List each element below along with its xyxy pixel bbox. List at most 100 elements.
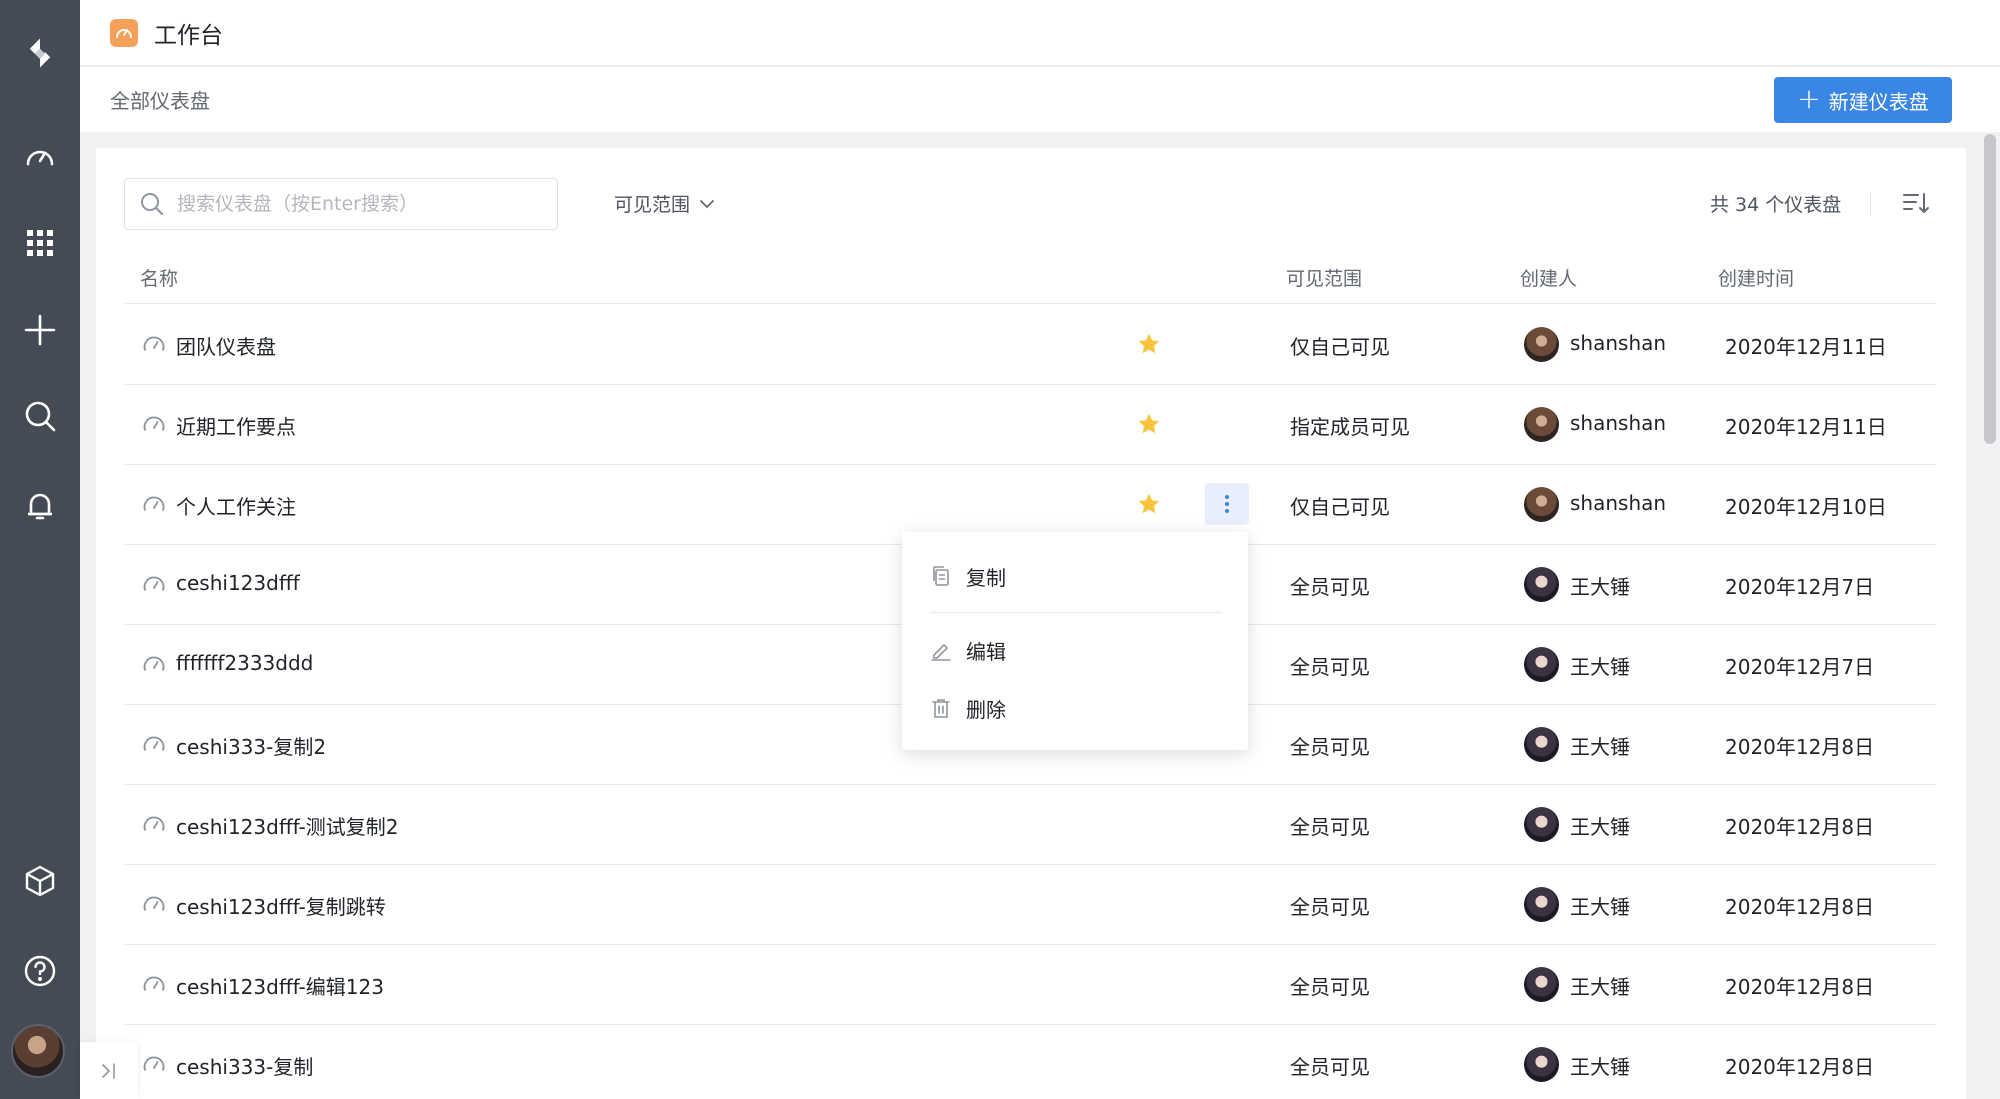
search-input[interactable] [177, 193, 537, 215]
visibility-value: 仅自己可见 [1290, 335, 1390, 359]
creator-avatar [1524, 887, 1559, 922]
logo-icon[interactable] [17, 30, 63, 76]
created-date: 2020年12月10日 [1725, 495, 1887, 519]
dashboard-icon [143, 736, 165, 751]
creator-name: shanshan [1570, 491, 1667, 515]
dashboard-name[interactable]: fffffff2333ddd [176, 651, 313, 675]
visibility-value: 全员可见 [1290, 655, 1370, 679]
table-header: 名称 可见范围 创建人 创建时间 [124, 252, 1936, 304]
collapse-sidebar-button[interactable] [80, 1042, 138, 1099]
creator-avatar [1524, 327, 1559, 362]
star-icon[interactable] [1136, 411, 1162, 437]
plus-icon[interactable] [17, 307, 63, 353]
dashboard-name[interactable]: 近期工作要点 [176, 411, 296, 440]
dashboard-name[interactable]: ceshi333-复制 [176, 1051, 313, 1080]
creator-name: shanshan [1570, 331, 1667, 355]
sidebar [0, 0, 80, 1099]
scrollbar[interactable] [1984, 134, 1996, 444]
dashboard-count: 共 34 个仪表盘 [1710, 194, 1842, 216]
visibility-value: 全员可见 [1290, 815, 1370, 839]
dashboard-icon [143, 336, 165, 351]
search-icon[interactable] [17, 393, 63, 439]
menu-item-copy-label: 复制 [966, 565, 1006, 590]
menu-item-edit[interactable]: 编辑 [930, 632, 1006, 668]
help-icon[interactable] [17, 948, 63, 994]
creator-name: 王大锤 [1570, 1055, 1630, 1079]
created-date: 2020年12月7日 [1725, 655, 1875, 679]
created-date: 2020年12月8日 [1725, 1055, 1875, 1079]
dashboard-name[interactable]: ceshi333-复制2 [176, 731, 326, 760]
column-visibility: 可见范围 [1286, 268, 1363, 290]
page-title: 工作台 [154, 22, 223, 49]
cube-icon[interactable] [17, 858, 63, 904]
table-row[interactable]: ceshi333-复制 全员可见 王大锤 2020年12月8日 [124, 1025, 1936, 1099]
visibility-value: 全员可见 [1290, 1055, 1370, 1079]
creator-avatar [1524, 1047, 1559, 1082]
creator-avatar [1524, 567, 1559, 602]
dashboard-icon [143, 576, 165, 591]
visibility-value: 仅自己可见 [1290, 495, 1390, 519]
star-icon[interactable] [1136, 331, 1162, 357]
dashboard-icon [143, 896, 165, 911]
more-actions-button[interactable] [1205, 483, 1249, 525]
creator-avatar [1524, 647, 1559, 682]
dashboard-name[interactable]: ceshi123dfff-复制跳转 [176, 891, 386, 920]
search-box[interactable] [124, 178, 558, 230]
menu-item-edit-label: 编辑 [966, 639, 1006, 664]
creator-name: shanshan [1570, 411, 1667, 435]
breadcrumb: 全部仪表盘 [110, 89, 210, 113]
visibility-value: 全员可见 [1290, 575, 1370, 599]
table-row[interactable]: 团队仪表盘 仅自己可见 shanshan 2020年12月11日 [124, 305, 1936, 385]
created-date: 2020年12月8日 [1725, 975, 1875, 999]
new-dashboard-button[interactable]: + 新建仪表盘 [1774, 77, 1952, 123]
plus-icon: + [1797, 82, 1821, 115]
table-row[interactable]: 近期工作要点 指定成员可见 shanshan 2020年12月11日 [124, 385, 1936, 465]
column-name: 名称 [140, 268, 179, 290]
created-date: 2020年12月8日 [1725, 815, 1875, 839]
creator-avatar [1524, 487, 1559, 522]
created-date: 2020年12月8日 [1725, 735, 1875, 759]
created-date: 2020年12月8日 [1725, 895, 1875, 919]
menu-item-delete[interactable]: 删除 [930, 690, 1006, 726]
collapse-icon [102, 1062, 115, 1079]
created-date: 2020年12月7日 [1725, 575, 1875, 599]
table-row[interactable]: ceshi123dfff-复制跳转 全员可见 王大锤 2020年12月8日 [124, 865, 1936, 945]
dashboard-icon [143, 1056, 165, 1071]
dashboard-icon[interactable] [17, 134, 63, 180]
dashboard-icon [143, 976, 165, 991]
edit-icon [931, 643, 951, 661]
creator-name: 王大锤 [1570, 895, 1630, 919]
table-row[interactable]: ceshi123dfff-测试复制2 全员可见 王大锤 2020年12月8日 [124, 785, 1936, 865]
top-bar: 工作台 [80, 0, 2000, 66]
copy-icon [933, 566, 949, 586]
dashboard-name[interactable]: 个人工作关注 [176, 491, 296, 520]
user-avatar[interactable] [11, 1024, 65, 1078]
dashboard-name[interactable]: ceshi123dfff-编辑123 [176, 971, 384, 1000]
column-created: 创建时间 [1718, 268, 1795, 290]
search-icon [141, 193, 163, 215]
dashboard-name[interactable]: 团队仪表盘 [176, 331, 276, 360]
apps-grid-icon[interactable] [17, 220, 63, 266]
visibility-filter[interactable]: 可见范围 [614, 190, 716, 217]
creator-avatar [1524, 727, 1559, 762]
dashboard-icon [143, 656, 165, 671]
sort-icon[interactable] [1900, 188, 1930, 218]
creator-name: 王大锤 [1570, 655, 1630, 679]
visibility-value: 全员可见 [1290, 895, 1370, 919]
dashboard-name[interactable]: ceshi123dfff-测试复制2 [176, 811, 399, 840]
creator-name: 王大锤 [1570, 815, 1630, 839]
new-dashboard-label: 新建仪表盘 [1828, 89, 1929, 114]
menu-item-copy[interactable]: 复制 [930, 558, 1006, 594]
dashboard-app-icon [110, 18, 138, 47]
star-icon[interactable] [1136, 491, 1162, 517]
visibility-value: 全员可见 [1290, 735, 1370, 759]
dashboard-name[interactable]: ceshi123dfff [176, 571, 300, 595]
creator-avatar [1524, 807, 1559, 842]
dashboard-icon [143, 416, 165, 431]
created-date: 2020年12月11日 [1725, 335, 1887, 359]
bell-icon[interactable] [17, 483, 63, 529]
table-row[interactable]: ceshi123dfff-编辑123 全员可见 王大锤 2020年12月8日 [124, 945, 1936, 1025]
creator-name: 王大锤 [1570, 575, 1630, 599]
row-actions-menu: 复制 编辑 删除 [902, 532, 1248, 750]
creator-name: 王大锤 [1570, 735, 1630, 759]
